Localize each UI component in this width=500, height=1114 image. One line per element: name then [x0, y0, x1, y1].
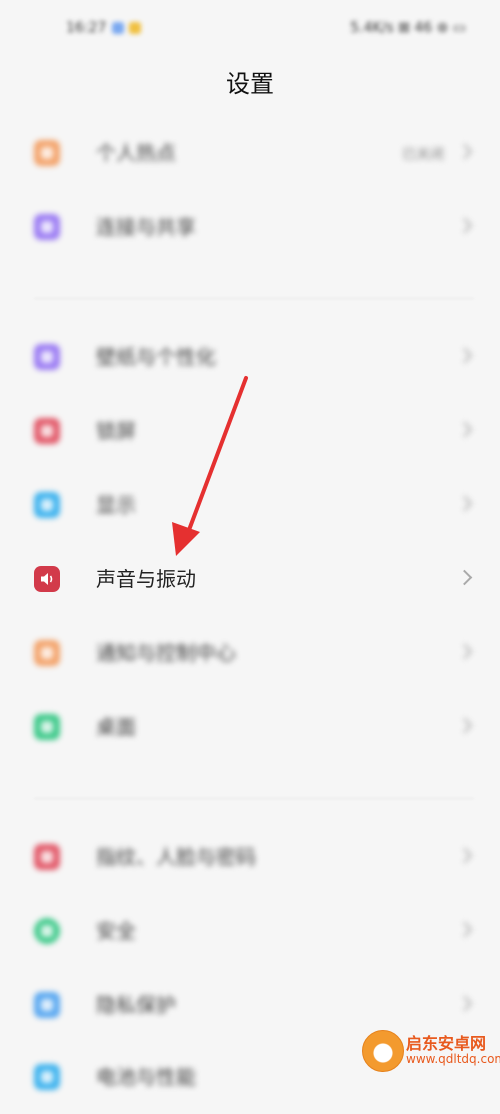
connection-icon: [34, 214, 60, 240]
chevron-right-icon: [456, 569, 473, 586]
settings-item-lockscreen[interactable]: 锁屏: [0, 394, 500, 468]
watermark-title: 启东安卓网: [406, 1034, 487, 1053]
settings-item-label: 隐私保护: [96, 993, 176, 1017]
desktop-icon: [34, 714, 60, 740]
speaker-icon: [34, 566, 60, 592]
chevron-right-icon: [456, 347, 473, 364]
watermark-logo-icon: [362, 1030, 404, 1072]
settings-item-desktop[interactable]: 桌面: [0, 690, 500, 764]
settings-item-label: 连接与共享: [96, 215, 196, 239]
battery-icon: [34, 1064, 60, 1090]
settings-item-label: 桌面: [96, 715, 136, 739]
chevron-right-icon: [456, 717, 473, 734]
settings-item-sound-vibration[interactable]: 声音与振动: [0, 542, 500, 616]
section-divider: [34, 798, 474, 799]
settings-item-fingerprint[interactable]: 指纹、人脸与密码: [0, 820, 500, 894]
chevron-right-icon: [456, 217, 473, 234]
settings-item-label: 通知与控制中心: [96, 641, 236, 665]
fingerprint-icon: [34, 844, 60, 870]
status-time: 16:27: [66, 20, 107, 36]
settings-item-label: 指纹、人脸与密码: [96, 845, 256, 869]
notification-icon: [112, 22, 124, 34]
page-title: 设置: [226, 70, 274, 98]
settings-item-wallpaper[interactable]: 壁纸与个性化: [0, 320, 500, 394]
chevron-right-icon: [456, 643, 473, 660]
wallpaper-icon: [34, 344, 60, 370]
status-bar: 16:27 5.4K/s ⊠ 46 ⊛ ▭: [0, 0, 500, 60]
chevron-right-icon: [456, 847, 473, 864]
settings-item-label: 安全: [96, 919, 136, 943]
settings-item-label: 壁纸与个性化: [96, 345, 216, 369]
settings-item-hotspot[interactable]: 个人热点 已关闭: [0, 116, 500, 190]
settings-item-label: 电池与性能: [96, 1065, 196, 1089]
settings-item-display[interactable]: 显示: [0, 468, 500, 542]
notification-icon: [129, 22, 141, 34]
settings-item-label: 锁屏: [96, 419, 136, 443]
watermark: 启东安卓网 www.qdltdq.com: [362, 1026, 500, 1076]
chevron-right-icon: [456, 995, 473, 1012]
status-notification-icons: [112, 22, 141, 34]
shield-icon: [34, 918, 60, 944]
settings-item-notifications[interactable]: 通知与控制中心: [0, 616, 500, 690]
chevron-right-icon: [456, 143, 473, 160]
chevron-right-icon: [456, 921, 473, 938]
settings-item-connection-sharing[interactable]: 连接与共享: [0, 190, 500, 264]
settings-item-value: 已关闭: [402, 147, 444, 163]
settings-item-label: 个人热点: [96, 141, 176, 165]
status-indicators: 5.4K/s ⊠ 46 ⊛ ▭: [350, 20, 466, 36]
chevron-right-icon: [456, 421, 473, 438]
section-divider: [34, 298, 474, 299]
watermark-url: www.qdltdq.com: [406, 1052, 500, 1066]
notification-icon: [34, 640, 60, 666]
privacy-icon: [34, 992, 60, 1018]
settings-item-label: 显示: [96, 493, 136, 517]
chevron-right-icon: [456, 495, 473, 512]
hotspot-icon: [34, 140, 60, 166]
settings-item-label: 声音与振动: [96, 567, 196, 591]
display-icon: [34, 492, 60, 518]
lock-icon: [34, 418, 60, 444]
settings-item-security[interactable]: 安全: [0, 894, 500, 968]
